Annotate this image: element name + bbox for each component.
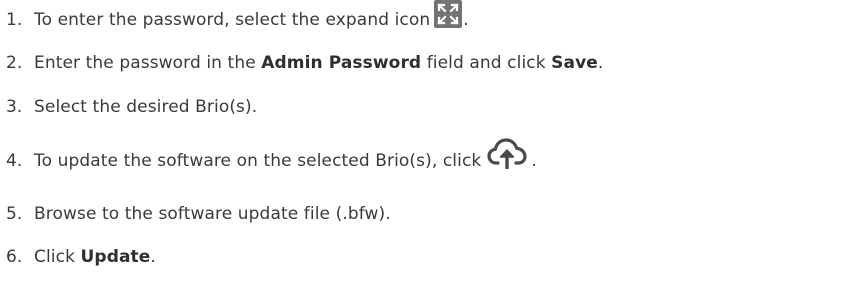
step-4: 4. To update the software on the selecte… [6,138,537,176]
step-number: 1. [6,10,23,30]
step-number: 3. [6,97,23,117]
step-text-end: . [597,53,604,73]
step-number: 6. [6,247,23,267]
step-3: 3. Select the desired Brio(s). [6,92,257,122]
save-label: Save [551,53,598,73]
step-text: To enter the password, select the expand… [34,10,431,30]
admin-password-label: Admin Password [261,53,422,73]
update-label: Update [80,247,151,267]
step-2: 2. Enter the password in the Admin Passw… [6,48,603,78]
step-text-end: . [463,10,469,30]
cloud-upload-icon [487,137,527,169]
instruction-steps: 1. To enter the password, select the exp… [0,0,854,303]
step-text-end: . [150,247,156,267]
step-number: 5. [6,204,23,224]
step-text-end: . [531,151,537,171]
step-5: 5. Browse to the software update file (.… [6,199,391,229]
step-text: Select the desired Brio(s). [34,97,258,117]
step-1: 1. To enter the password, select the exp… [6,0,469,35]
step-text: field and click [421,53,552,73]
step-number: 2. [6,53,23,73]
step-6: 6. Click Update . [6,242,156,272]
step-text: Click [34,247,81,267]
step-text: To update the software on the selected B… [34,151,482,171]
step-number: 4. [6,151,23,171]
step-text: Enter the password in the [34,53,262,73]
step-text: Browse to the software update file (.bfw… [34,204,391,224]
expand-icon [434,0,463,28]
